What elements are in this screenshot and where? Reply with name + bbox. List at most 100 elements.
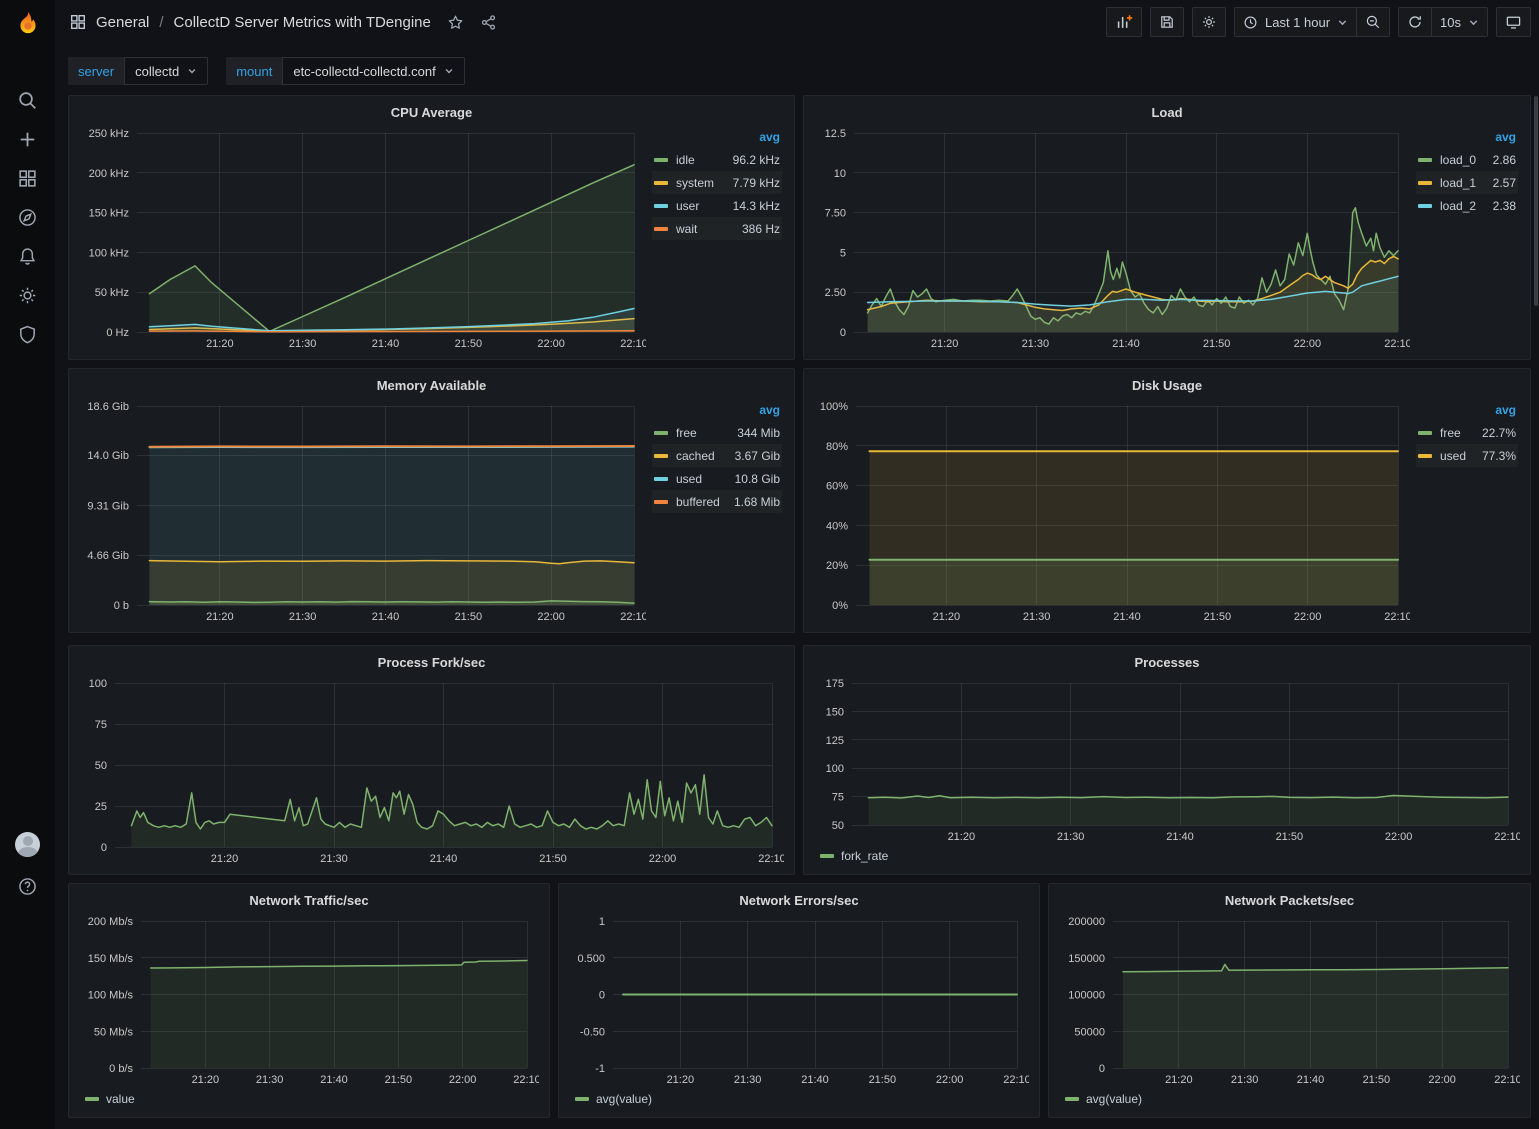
panel-title[interactable]: Memory Available [79, 374, 784, 398]
svg-text:150: 150 [826, 706, 844, 718]
svg-text:100 Mb/s: 100 Mb/s [88, 990, 134, 1002]
legend-item: system7.79 kHz [652, 171, 782, 194]
series-cached [149, 561, 634, 605]
panel-chart[interactable]: -1-0.5000.500121:2021:3021:4021:5022:002… [569, 913, 1029, 1088]
legend-series-label[interactable]: user [676, 199, 723, 213]
svg-text:100000: 100000 [1068, 990, 1105, 1002]
svg-text:21:40: 21:40 [372, 338, 400, 350]
svg-text:21:50: 21:50 [869, 1074, 897, 1086]
svg-text:21:50: 21:50 [455, 338, 483, 350]
svg-text:22:00: 22:00 [936, 1074, 964, 1086]
svg-text:0 b: 0 b [114, 600, 129, 612]
legend-series-label[interactable]: used [1440, 449, 1472, 463]
panel-title[interactable]: Processes [814, 651, 1520, 675]
legend-avg-header[interactable]: avg [1416, 400, 1518, 421]
legend-series-label[interactable]: free [676, 426, 727, 440]
user-avatar[interactable] [15, 832, 40, 857]
scrollbar-thumb[interactable] [1534, 96, 1538, 306]
legend-series-label[interactable]: wait [676, 222, 732, 236]
configuration-menu-item[interactable] [16, 284, 40, 306]
search-menu-item[interactable] [16, 89, 40, 111]
panel-title[interactable]: Process Fork/sec [79, 651, 784, 675]
svg-text:60%: 60% [826, 481, 848, 493]
legend-avg-header[interactable]: avg [652, 127, 782, 148]
svg-text:100 kHz: 100 kHz [89, 247, 129, 259]
panel-title[interactable]: Disk Usage [814, 374, 1520, 398]
svg-text:22:00: 22:00 [1428, 1074, 1456, 1086]
svg-text:125: 125 [826, 735, 844, 747]
svg-text:50: 50 [95, 760, 107, 772]
svg-text:21:20: 21:20 [206, 338, 234, 350]
legend-series-label[interactable]: load_2 [1440, 199, 1483, 213]
panel-chart[interactable]: 05000010000015000020000021:2021:3021:402… [1059, 913, 1520, 1088]
svg-text:21:30: 21:30 [320, 853, 348, 865]
explore-menu-item[interactable] [16, 206, 40, 228]
legend-series-label[interactable]: fork_rate [841, 849, 888, 863]
legend-series-label[interactable]: load_0 [1440, 153, 1483, 167]
panel-chart[interactable]: 025507510021:2021:3021:4021:5022:0022:10 [79, 675, 784, 867]
svg-text:22:10: 22:10 [1384, 338, 1410, 350]
svg-text:-1: -1 [595, 1063, 605, 1075]
svg-text:21:20: 21:20 [933, 611, 961, 623]
chart-canvas: 0 b/s50 Mb/s100 Mb/s150 Mb/s200 Mb/s21:2… [79, 913, 539, 1088]
bell-icon [17, 246, 38, 267]
panel-chart[interactable]: 02.5057.501012.521:2021:3021:4021:5022:0… [814, 125, 1410, 352]
svg-text:14.0 Gib: 14.0 Gib [87, 450, 129, 462]
shield-icon [17, 324, 38, 345]
alerting-menu-item[interactable] [16, 245, 40, 267]
legend-series-label[interactable]: free [1440, 426, 1472, 440]
svg-text:200 kHz: 200 kHz [89, 168, 129, 180]
svg-text:21:20: 21:20 [931, 338, 959, 350]
legend-avg-header[interactable]: avg [652, 400, 782, 421]
legend-series-label[interactable]: system [676, 176, 723, 190]
panel-chart[interactable]: 0%20%40%60%80%100%21:2021:3021:4021:5022… [814, 398, 1410, 625]
legend-series-label[interactable]: idle [676, 153, 723, 167]
server-admin-menu-item[interactable] [16, 323, 40, 345]
panel-body: 025507510021:2021:3021:4021:5022:0022:10 [79, 675, 784, 867]
legend-series-label[interactable]: used [676, 472, 725, 486]
legend-series-avg-value: 2.57 [1493, 176, 1516, 190]
series-color-dash [820, 854, 834, 858]
dashboards-menu-item[interactable] [16, 167, 40, 189]
panel-title[interactable]: Network Traffic/sec [79, 889, 539, 913]
legend-item[interactable]: value [85, 1092, 135, 1106]
grafana-logo[interactable] [14, 9, 42, 37]
legend-item[interactable]: fork_rate [820, 849, 888, 863]
legend-series-label[interactable]: avg(value) [1086, 1092, 1142, 1106]
panel-chart[interactable]: 0 b/s50 Mb/s100 Mb/s150 Mb/s200 Mb/s21:2… [79, 913, 539, 1088]
panel-chart[interactable]: 507510012515017521:2021:3021:4021:5022:0… [814, 675, 1520, 845]
panel-title[interactable]: Network Errors/sec [569, 889, 1029, 913]
panel-chart[interactable]: 0 Hz50 kHz100 kHz150 kHz200 kHz250 kHz21… [79, 125, 646, 352]
series-color-dash [1418, 204, 1432, 208]
create-menu-item[interactable] [16, 128, 40, 150]
legend-item[interactable]: avg(value) [1065, 1092, 1142, 1106]
legend-series-label[interactable]: load_1 [1440, 176, 1483, 190]
svg-text:21:20: 21:20 [948, 831, 976, 843]
svg-text:22:00: 22:00 [1385, 831, 1413, 843]
legend-series-label[interactable]: avg(value) [596, 1092, 652, 1106]
legend-series-avg-value: 344 Mib [737, 426, 780, 440]
svg-text:12.5: 12.5 [825, 128, 846, 140]
svg-text:21:20: 21:20 [206, 611, 234, 623]
help-menu-item[interactable] [16, 875, 40, 897]
svg-text:5: 5 [840, 247, 846, 259]
panel-title[interactable]: CPU Average [79, 101, 784, 125]
panel-legend: value [79, 1088, 539, 1110]
series-value [151, 961, 527, 1069]
svg-text:0: 0 [599, 990, 605, 1002]
svg-text:21:30: 21:30 [734, 1074, 762, 1086]
legend-avg-header[interactable]: avg [1416, 127, 1518, 148]
svg-text:21:50: 21:50 [455, 611, 483, 623]
legend-series-label[interactable]: buffered [676, 495, 724, 509]
legend-item: wait386 Hz [652, 217, 782, 240]
panel-title[interactable]: Network Packets/sec [1059, 889, 1520, 913]
panel-chart[interactable]: 0 b4.66 Gib9.31 Gib14.0 Gib18.6 Gib21:20… [79, 398, 646, 625]
legend-item[interactable]: avg(value) [575, 1092, 652, 1106]
svg-text:150 Mb/s: 150 Mb/s [88, 953, 134, 965]
legend-series-label[interactable]: value [106, 1092, 135, 1106]
legend-item: load_02.86 [1416, 148, 1518, 171]
svg-text:18.6 Gib: 18.6 Gib [87, 401, 129, 413]
svg-text:21:30: 21:30 [1231, 1074, 1259, 1086]
legend-series-label[interactable]: cached [676, 449, 725, 463]
panel-title[interactable]: Load [814, 101, 1520, 125]
